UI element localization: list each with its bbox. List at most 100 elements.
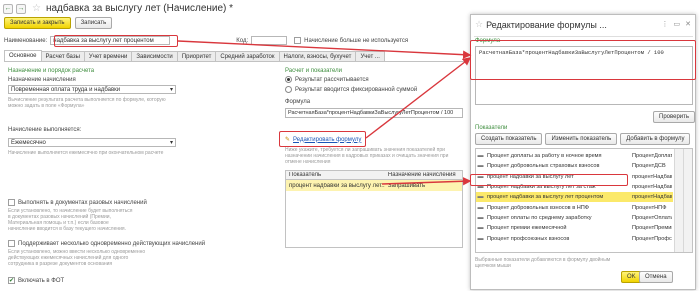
calc-header: Расчет и показатели bbox=[285, 68, 343, 74]
exec-select[interactable]: Ежемесячно ▾ bbox=[8, 138, 176, 147]
radio-calc-row: Результат рассчитывается bbox=[285, 76, 369, 83]
list-item-name: Процент премии ежемесячной bbox=[487, 225, 567, 232]
list-item[interactable]: ▬ Процент доплаты за работу в ночное вре… bbox=[476, 151, 673, 161]
list-scrollbar-secondary[interactable] bbox=[683, 149, 692, 252]
dialog-window-controls: ⋮ ▭ ✕ bbox=[662, 20, 692, 28]
radio-calc[interactable] bbox=[285, 76, 292, 83]
change-indicator-button[interactable]: Изменить показатель bbox=[545, 133, 618, 145]
indicators-list: ▬ Процент доплаты за работу в ночное вре… bbox=[475, 148, 693, 253]
dialog-title-bar: ☆ Редактирование формулы ... bbox=[475, 19, 607, 30]
indicators-table-header: Показатель Назначение начисления bbox=[286, 171, 462, 180]
unused-checkbox[interactable] bbox=[294, 37, 302, 44]
indicators-toolbar: Создать показатель Изменить показатель Д… bbox=[475, 133, 691, 145]
indicators-table: Показатель Назначение начисления процент… bbox=[285, 170, 463, 248]
list-item-name: Процент добровольных взносов в НПФ bbox=[487, 204, 590, 211]
multi-checkbox[interactable] bbox=[8, 240, 15, 247]
add-to-formula-button[interactable]: Добавить в формулу bbox=[620, 133, 691, 145]
list-item-key: ПроцентДоплатыЗаРаб bbox=[632, 153, 672, 160]
list-item-key: процентНадбавкиЗаВы bbox=[632, 194, 672, 201]
col-indicator: Показатель bbox=[289, 172, 322, 178]
check-button[interactable]: Проверить bbox=[653, 111, 696, 123]
list-item[interactable]: ▬ Процент премии ежемесячной ПроцентПрем… bbox=[476, 223, 673, 233]
tab-base-calc[interactable]: Расчет базы bbox=[40, 51, 85, 61]
favorite-star-icon[interactable]: ☆ bbox=[475, 19, 483, 30]
tab-taxes[interactable]: Налоги, взносы, бухучет bbox=[278, 51, 357, 61]
window-title: надбавка за выслугу лет (Начисление) * bbox=[45, 3, 234, 14]
name-input-spacer bbox=[173, 36, 233, 45]
indicator-icon: ▬ bbox=[477, 163, 484, 170]
name-input-highlight bbox=[54, 35, 178, 47]
close-icon[interactable]: ✕ bbox=[685, 20, 691, 28]
save-and-close-button[interactable]: Записать и закрыть bbox=[4, 17, 71, 29]
list-item-key: процентНадбавкиЗаВы bbox=[632, 173, 672, 180]
radio-calc-label: Результат рассчитывается bbox=[295, 76, 369, 83]
exec-label: Начисление выполняется: bbox=[8, 127, 82, 133]
list-item[interactable]: ▬ Процент добровольных страховых взносов… bbox=[476, 161, 673, 171]
list-item-key: ПроцентДСВ bbox=[632, 163, 666, 170]
minimize-icon[interactable]: ▭ bbox=[674, 20, 681, 28]
onetime-label: Выполнять в документах разовых начислени… bbox=[18, 199, 147, 206]
toolbar: Записать и закрыть Записать bbox=[4, 17, 113, 30]
fot-row: ✔ Включать в ФОТ bbox=[8, 277, 64, 284]
col-purpose: Назначение начисления bbox=[387, 172, 456, 178]
tab-avg-earnings[interactable]: Средний заработок bbox=[215, 51, 280, 61]
list-item-selected[interactable]: ▬ процент надбавки за выслугу лет процен… bbox=[476, 192, 673, 203]
dialog-title: Редактирование формулы ... bbox=[486, 19, 607, 30]
table-row[interactable]: процент надбавки за выслугу лет... Запра… bbox=[286, 180, 462, 191]
tab-time[interactable]: Учет времени bbox=[83, 51, 133, 61]
purpose-hint: Вычисление результата расчета выполняетс… bbox=[8, 97, 166, 109]
radio-fixed-label: Результат вводится фиксированной суммой bbox=[295, 86, 418, 93]
list-item-name: Процент добровольных страховых взносов bbox=[487, 163, 600, 170]
cancel-button[interactable]: Отмена bbox=[639, 271, 673, 283]
list-item-key: ПроцентПрофсоюзных bbox=[632, 235, 672, 242]
radio-fixed-row: Результат вводится фиксированной суммой bbox=[285, 86, 417, 93]
onetime-row: Выполнять в документах разовых начислени… bbox=[8, 199, 147, 206]
dialog-formula-highlight bbox=[470, 40, 696, 80]
code-label: Код: bbox=[236, 37, 249, 44]
indicator-icon: ▬ bbox=[477, 153, 484, 160]
list-item[interactable]: ▬ Процент оплаты по среднему заработку П… bbox=[476, 213, 673, 223]
save-button[interactable]: Записать bbox=[74, 17, 113, 29]
create-indicator-button[interactable]: Создать показатель bbox=[475, 133, 543, 145]
dropdown-arrow-icon: ▾ bbox=[169, 87, 173, 93]
unused-label: Начисление больше не используется bbox=[304, 37, 409, 44]
indicator-icon: ▬ bbox=[477, 204, 484, 211]
list-item-name: Процент доплаты за работу в ночное время bbox=[487, 153, 602, 160]
edit-formula-highlight bbox=[279, 131, 366, 147]
list-item[interactable]: ▬ Процент профсоюзных взносов ПроцентПро… bbox=[476, 233, 673, 243]
back-button[interactable]: ← bbox=[3, 3, 13, 14]
multi-label: Поддерживает несколько одновременно дейс… bbox=[18, 240, 206, 247]
tab-main[interactable]: Основное bbox=[4, 50, 42, 61]
formula-label: Формула bbox=[285, 99, 311, 105]
forward-arrow-icon: → bbox=[17, 5, 25, 12]
indicator-icon: ▬ bbox=[477, 194, 484, 201]
fot-checkbox[interactable]: ✔ bbox=[8, 277, 15, 284]
favorite-star-icon[interactable]: ☆ bbox=[32, 3, 41, 14]
formula-field[interactable]: РасчетнаяБаза*процентНадбавкиЗаВыслугуЛе… bbox=[285, 108, 463, 118]
tab-divider bbox=[4, 61, 466, 62]
indicators-hint: Ниже укажите, требуется ли запрашивать з… bbox=[285, 147, 449, 165]
exec-hint: Начисление выполняется ежемесячно при ок… bbox=[8, 150, 164, 156]
list-item-key: ПроцентПремииЕжеме bbox=[632, 225, 672, 232]
forward-button[interactable]: → bbox=[16, 3, 26, 14]
tab-accounting[interactable]: Учет ... bbox=[355, 51, 385, 61]
onetime-hint: Если установлено, то начисление будет вы… bbox=[8, 208, 133, 232]
list-item-name: процент надбавки за выслугу лет проценто… bbox=[487, 194, 604, 201]
list-item[interactable]: ▬ Процент добровольных взносов в НПФ Про… bbox=[476, 203, 673, 213]
code-input[interactable] bbox=[251, 36, 288, 45]
main-window: ← → ☆ надбавка за выслугу лет (Начислени… bbox=[0, 0, 470, 291]
indicators-label: Показатели bbox=[475, 125, 508, 131]
list-item-key: процентНадбавкиЗаВы bbox=[632, 184, 672, 191]
row-purpose: Запрашивать bbox=[387, 182, 426, 189]
list-scrollbar[interactable] bbox=[674, 149, 683, 252]
more-icon[interactable]: ⋮ bbox=[662, 20, 669, 28]
purpose-select[interactable]: Повременная оплата труда и надбавки ▾ bbox=[8, 85, 176, 94]
onetime-checkbox[interactable] bbox=[8, 199, 15, 206]
radio-fixed[interactable] bbox=[285, 86, 292, 93]
fot-label: Включать в ФОТ bbox=[18, 277, 65, 284]
tab-dependencies[interactable]: Зависимости bbox=[131, 51, 178, 61]
purpose-header: Назначение и порядок расчета bbox=[8, 68, 95, 74]
tab-priority[interactable]: Приоритет bbox=[176, 51, 217, 61]
selected-indicator-highlight bbox=[470, 174, 628, 186]
title-bar: ← → ☆ надбавка за выслугу лет (Начислени… bbox=[0, 0, 470, 17]
